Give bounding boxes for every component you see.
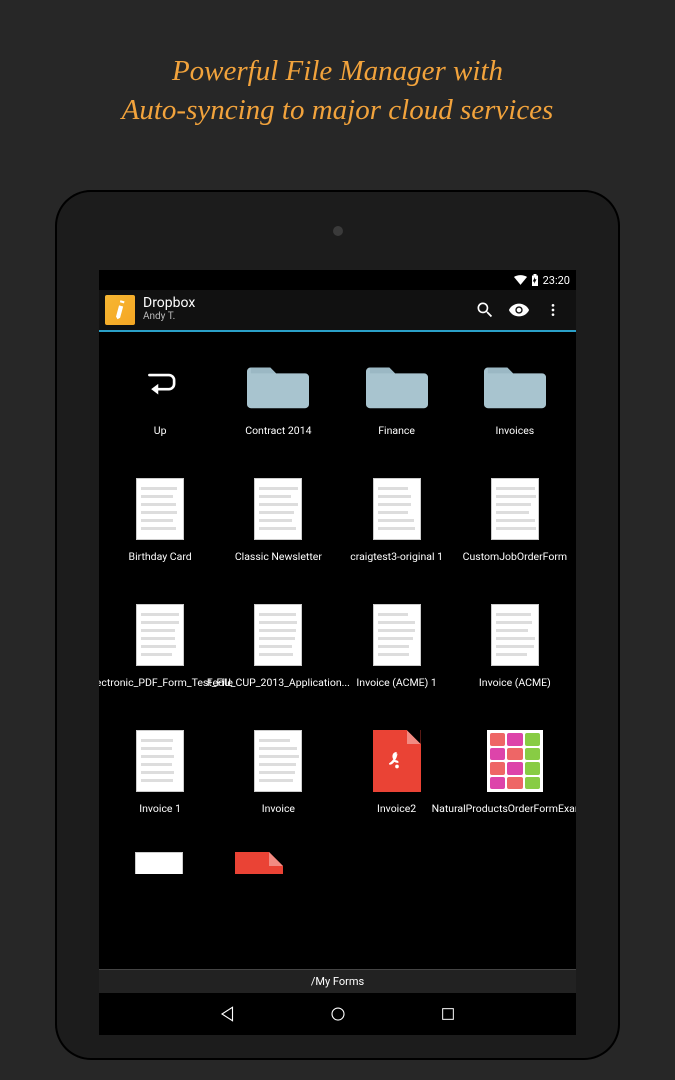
pdf-thumbnail xyxy=(364,728,430,794)
tablet-frame: 23:20 Dropbox Andy T. Up Contract 2014 Fin… xyxy=(55,190,620,1060)
grid-item-label: Invoices xyxy=(496,424,535,450)
doc-thumbnail xyxy=(127,602,193,668)
app-icon[interactable] xyxy=(105,295,135,325)
grid-item-label: NaturalProductsOrderFormExample xyxy=(462,802,567,828)
grid-item[interactable]: Contract 2014 xyxy=(219,350,337,450)
grid-item[interactable]: Invoice (ACME) 1 xyxy=(338,602,456,702)
grid-item[interactable]: Up xyxy=(101,350,219,450)
partial-doc-2[interactable] xyxy=(235,852,283,874)
doc-thumbnail xyxy=(482,602,548,668)
grid-item-label: FedU_CUP_2013_Application... xyxy=(226,676,331,702)
appbar-titles: Dropbox Andy T. xyxy=(143,296,468,324)
android-nav-bar xyxy=(99,993,576,1035)
front-camera xyxy=(333,226,343,236)
grid-item-label: Electronic_PDF_Form_Test_File xyxy=(108,676,213,702)
doc-thumbnail xyxy=(245,476,311,542)
grid-item-label: Birthday Card xyxy=(129,550,192,576)
grid-item[interactable]: NaturalProductsOrderFormExample xyxy=(456,728,574,828)
grid-item-label: Invoice (ACME) xyxy=(479,676,551,702)
nav-recent-button[interactable] xyxy=(438,1004,458,1024)
grid-item-label: Up xyxy=(154,424,167,450)
grid-item[interactable]: Invoices xyxy=(456,350,574,450)
folder-icon xyxy=(482,350,548,416)
partial-doc-1[interactable] xyxy=(135,852,183,874)
doc-thumbnail xyxy=(364,602,430,668)
back-icon xyxy=(219,1005,237,1023)
doc-thumbnail xyxy=(482,728,548,794)
appbar-title: Dropbox xyxy=(143,296,468,310)
file-grid: Up Contract 2014 Finance Invoices Birthday C… xyxy=(101,350,574,828)
grid-item-label: Invoice (ACME) 1 xyxy=(356,676,436,702)
path-footer: /My Forms xyxy=(99,969,576,993)
grid-item-label: Invoice2 xyxy=(377,802,416,828)
search-button[interactable] xyxy=(468,293,502,327)
battery-charging-icon xyxy=(531,274,539,286)
doc-thumbnail xyxy=(127,476,193,542)
wifi-icon xyxy=(514,275,527,285)
view-button[interactable] xyxy=(502,293,536,327)
grid-item-label: CustomJobOrderForm xyxy=(463,550,567,576)
grid-item-label: Contract 2014 xyxy=(245,424,311,450)
eye-icon xyxy=(508,299,530,321)
doc-thumbnail xyxy=(482,476,548,542)
search-icon xyxy=(475,300,495,320)
grid-item-label: Invoice 1 xyxy=(139,802,181,828)
grid-item[interactable]: Electronic_PDF_Form_Test_File xyxy=(101,602,219,702)
grid-item[interactable]: Finance xyxy=(338,350,456,450)
overflow-button[interactable] xyxy=(536,293,570,327)
doc-thumbnail xyxy=(245,602,311,668)
overflow-icon xyxy=(545,302,561,318)
grid-item[interactable]: Birthday Card xyxy=(101,476,219,576)
grid-item[interactable]: FedU_CUP_2013_Application... xyxy=(219,602,337,702)
current-path: /My Forms xyxy=(311,975,364,988)
nav-back-button[interactable] xyxy=(218,1004,238,1024)
grid-item-label: Finance xyxy=(378,424,415,450)
doc-thumbnail xyxy=(127,728,193,794)
device-screen: 23:20 Dropbox Andy T. Up Contract 2014 Fin… xyxy=(99,270,576,1035)
folder-icon xyxy=(364,350,430,416)
grid-item[interactable]: Classic Newsletter xyxy=(219,476,337,576)
grid-item[interactable]: Invoice xyxy=(219,728,337,828)
status-bar: 23:20 xyxy=(99,270,576,290)
file-grid-container[interactable]: Up Contract 2014 Finance Invoices Birthday C… xyxy=(99,332,576,969)
grid-item[interactable]: craigtest3-original 1 xyxy=(338,476,456,576)
status-time: 23:20 xyxy=(543,274,570,287)
up-icon xyxy=(127,350,193,416)
promo-headline: Powerful File Manager with Auto-syncing … xyxy=(0,0,675,130)
doc-thumbnail xyxy=(364,476,430,542)
grid-item-label: Invoice xyxy=(262,802,295,828)
grid-item-label: craigtest3-original 1 xyxy=(350,550,443,576)
grid-item[interactable]: CustomJobOrderForm xyxy=(456,476,574,576)
recent-icon xyxy=(440,1006,456,1022)
appbar-subtitle: Andy T. xyxy=(143,310,468,324)
grid-item[interactable]: Invoice (ACME) xyxy=(456,602,574,702)
partial-row xyxy=(101,852,574,874)
folder-icon xyxy=(245,350,311,416)
grid-item[interactable]: Invoice 1 xyxy=(101,728,219,828)
promo-line1: Powerful File Manager with xyxy=(172,55,503,87)
promo-line2: Auto-syncing to major cloud services xyxy=(122,94,554,126)
app-bar: Dropbox Andy T. xyxy=(99,290,576,332)
doc-thumbnail xyxy=(245,728,311,794)
nav-home-button[interactable] xyxy=(328,1004,348,1024)
home-icon xyxy=(329,1005,347,1023)
grid-item-label: Classic Newsletter xyxy=(235,550,322,576)
